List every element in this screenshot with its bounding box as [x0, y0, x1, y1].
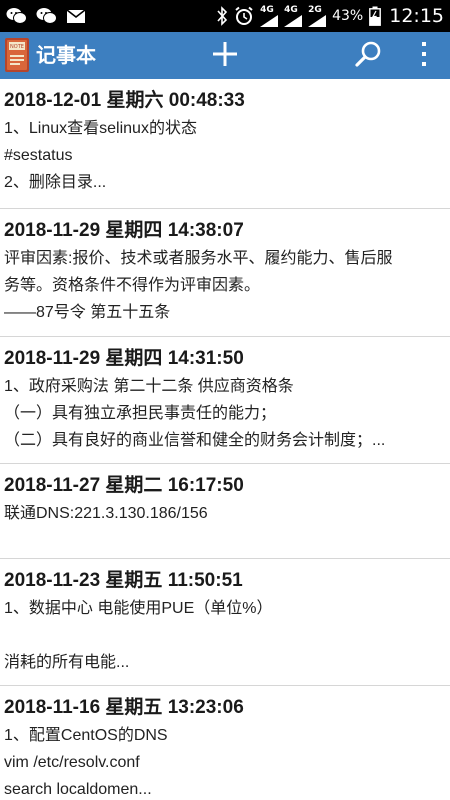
battery-icon — [369, 6, 382, 26]
overflow-menu-button[interactable] — [402, 32, 446, 79]
mail-icon — [66, 8, 86, 24]
note-date: 2018-12-01 星期六 00:48:33 — [4, 90, 245, 111]
note-preview-line: 务等。资格条件不得作为评审因素。 — [4, 277, 261, 294]
note-preview-line: 2、删除目录... — [4, 174, 107, 191]
bluetooth-icon — [216, 6, 228, 26]
note-date: 2018-11-27 星期二 16:17:50 — [4, 475, 244, 496]
note-preview-line: 1、配置CentOS的DNS — [4, 727, 168, 744]
add-note-button[interactable] — [203, 32, 247, 79]
alarm-icon — [234, 6, 254, 26]
signal-4g-icon: 4G — [284, 5, 303, 27]
svg-text:NOTE: NOTE — [10, 44, 24, 50]
signal-2g-icon: 2G — [308, 5, 327, 27]
note-preview-line: 消耗的所有电能... — [4, 654, 130, 671]
note-preview-line: 评审因素:报价、技术或者服务水平、履约能力、售后服 — [4, 250, 393, 267]
note-preview-line: 1、政府采购法 第二十二条 供应商资格条 — [4, 378, 294, 395]
list-item[interactable]: 2018-11-29 星期四 14:31:50 1、政府采购法 第二十二条 供应… — [0, 337, 450, 464]
list-item[interactable]: 2018-11-29 星期四 14:38:07 评审因素:报价、技术或者服务水平… — [0, 209, 450, 337]
note-date: 2018-11-23 星期五 11:50:51 — [4, 570, 243, 591]
note-preview-line: （一）具有独立承担民事责任的能力； — [4, 405, 277, 422]
note-preview-line: #sestatus — [4, 147, 73, 164]
note-date: 2018-11-16 星期五 13:23:06 — [4, 697, 244, 718]
search-icon — [354, 40, 382, 72]
list-item[interactable]: 2018-12-01 星期六 00:48:33 1、Linux查看selinux… — [0, 79, 450, 209]
note-preview-line: vim /etc/resolv.conf — [4, 754, 140, 771]
battery-percent: 43% — [332, 8, 364, 24]
list-item[interactable]: 2018-11-16 星期五 13:23:06 1、配置CentOS的DNS v… — [0, 686, 450, 800]
action-bar: NOTE 记事本 — [0, 32, 450, 79]
list-item[interactable]: 2018-11-23 星期五 11:50:51 1、数据中心 电能使用PUE（单… — [0, 559, 450, 686]
clock: 12:15 — [389, 5, 444, 27]
note-preview-line: 联通DNS:221.3.130.186/156 — [4, 505, 208, 522]
wechat-icon — [36, 7, 58, 25]
overflow-menu-icon — [420, 41, 428, 71]
plus-icon — [212, 41, 238, 71]
wechat-icon — [6, 7, 28, 25]
list-item[interactable]: 2018-11-27 星期二 16:17:50 联通DNS:221.3.130.… — [0, 464, 450, 559]
note-preview-line — [4, 622, 446, 649]
note-date: 2018-11-29 星期四 14:31:50 — [4, 348, 244, 369]
note-preview-line: 1、Linux查看selinux的状态 — [4, 120, 197, 137]
notebook-app-icon[interactable]: NOTE — [4, 37, 30, 73]
note-list[interactable]: 2018-12-01 星期六 00:48:33 1、Linux查看selinux… — [0, 79, 450, 800]
signal-4g-icon: 4G — [260, 5, 279, 27]
note-date: 2018-11-29 星期四 14:38:07 — [4, 220, 244, 241]
app-title: 记事本 — [36, 43, 96, 67]
note-preview-line: search localdomen... — [4, 781, 152, 798]
note-preview-line — [4, 527, 446, 554]
note-preview-line: 1、数据中心 电能使用PUE（单位%） — [4, 600, 273, 617]
search-button[interactable] — [346, 32, 390, 79]
note-preview-line: ——87号令 第五十五条 — [4, 304, 171, 321]
note-preview-line: （二）具有良好的商业信誉和健全的财务会计制度；... — [4, 432, 386, 449]
status-bar: 4G 4G 2G 43% 12:15 — [0, 0, 450, 32]
